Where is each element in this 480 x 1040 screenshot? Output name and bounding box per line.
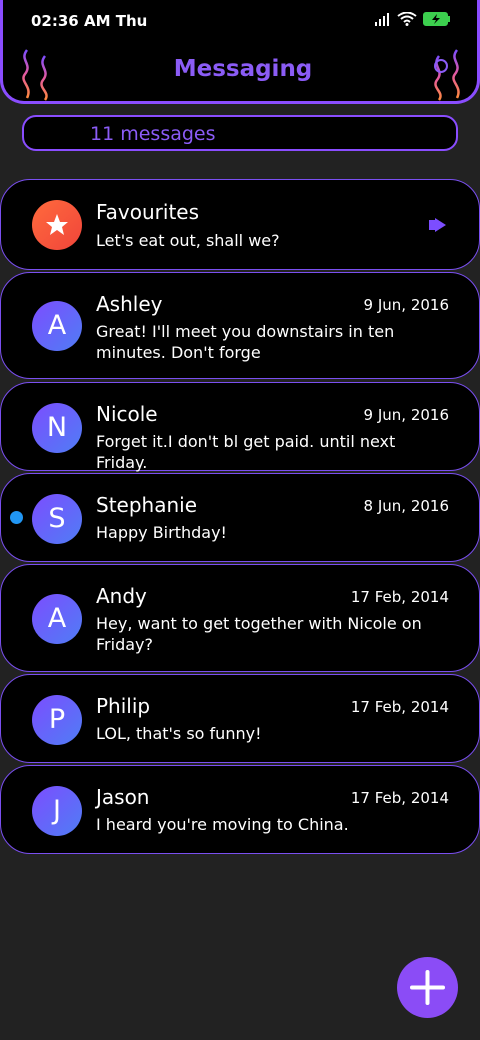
conversation-preview: Great! I'll meet you downstairs in ten m…: [96, 322, 395, 362]
conversation-date: 9 Jun, 2016: [363, 406, 449, 424]
conversation-item-favourites[interactable]: Favourites Let's eat out, shall we?: [0, 179, 480, 270]
conversation-item[interactable]: N Nicole 9 Jun, 2016 Forget it.I don't b…: [0, 382, 480, 472]
contact-avatar: J: [32, 786, 82, 836]
conversation-date: 17 Feb, 2014: [350, 789, 449, 807]
contact-avatar: A: [32, 594, 82, 644]
conversation-name: Jason: [96, 785, 150, 809]
status-icons: [375, 12, 451, 26]
contact-avatar: S: [32, 494, 82, 544]
app-header: 02:36 AM Thu Messaging: [0, 0, 480, 104]
plus-icon: [410, 970, 445, 1005]
conversation-preview: Forget it.I don't bl get paid. until nex…: [96, 432, 396, 472]
conversation-preview: I heard you're moving to China.: [96, 815, 349, 834]
unread-indicator: [10, 511, 23, 524]
message-count-bar: 11 messages: [22, 115, 458, 151]
new-message-button[interactable]: [397, 957, 458, 1018]
contact-avatar: P: [32, 695, 82, 745]
conversation-name: Nicole: [96, 402, 158, 426]
contact-avatar: N: [32, 403, 82, 453]
conversation-preview: Happy Birthday!: [96, 523, 227, 542]
favourite-avatar: [32, 200, 82, 250]
conversation-date: 9 Jun, 2016: [363, 296, 449, 314]
conversation-item-unread[interactable]: S Stephanie 8 Jun, 2016 Happy Birthday!: [0, 473, 480, 562]
conversation-name: Ashley: [96, 292, 163, 316]
wifi-icon: [397, 12, 417, 26]
conversation-preview: LOL, that's so funny!: [96, 724, 262, 743]
conversation-item[interactable]: J Jason 17 Feb, 2014 I heard you're movi…: [0, 765, 480, 854]
conversation-date: 17 Feb, 2014: [350, 588, 449, 606]
conversation-item[interactable]: A Ashley 9 Jun, 2016 Great! I'll meet yo…: [0, 272, 480, 379]
conversation-item[interactable]: P Philip 17 Feb, 2014 LOL, that's so fun…: [0, 674, 480, 763]
signal-icon: [375, 13, 389, 26]
star-icon: [46, 214, 68, 235]
conversation-date: 17 Feb, 2014: [350, 698, 449, 716]
page-title: Messaging: [173, 56, 313, 82]
status-time: 02:36 AM Thu: [31, 12, 148, 30]
conversation-date: 8 Jun, 2016: [363, 497, 449, 515]
conversation-name: Andy: [96, 584, 147, 608]
conversation-name: Stephanie: [96, 493, 198, 517]
contact-avatar: A: [32, 301, 82, 351]
conversation-item[interactable]: A Andy 17 Feb, 2014 Hey, want to get tog…: [0, 564, 480, 672]
battery-charging-icon: [423, 12, 450, 26]
conversation-preview: Hey, want to get together with Nicole on…: [96, 614, 422, 654]
message-count-label: 11 messages: [90, 123, 216, 145]
conversation-name: Philip: [96, 694, 151, 718]
conversation-preview: Let's eat out, shall we?: [96, 231, 280, 250]
conversation-name: Favourites: [96, 200, 200, 224]
forward-arrow-icon: [429, 218, 446, 232]
